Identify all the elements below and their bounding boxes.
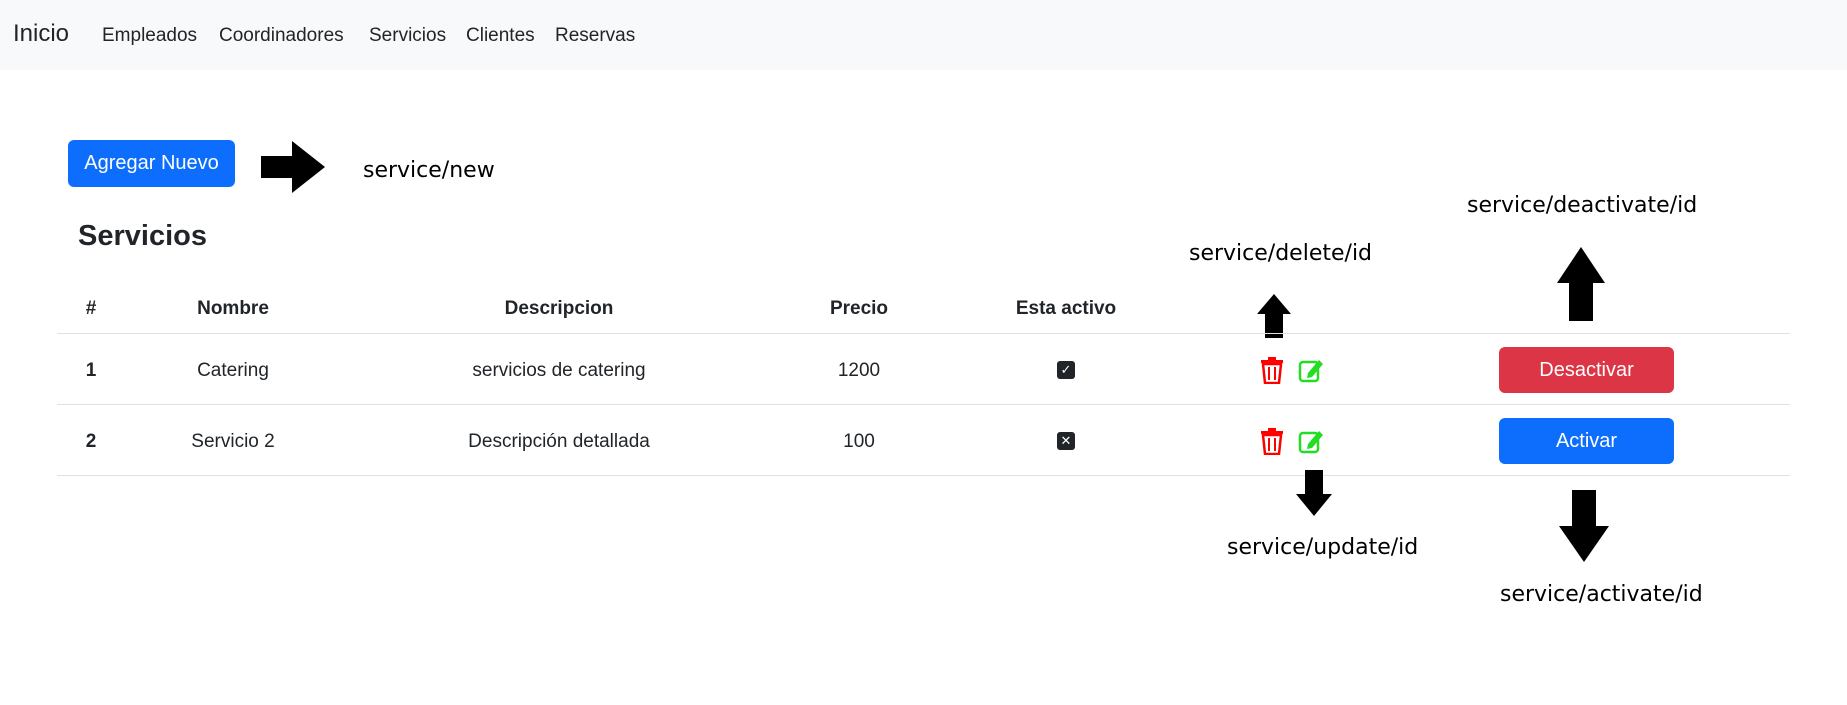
navbar-brand[interactable]: Inicio bbox=[13, 20, 69, 48]
nav-link-empleados[interactable]: Empleados bbox=[102, 25, 197, 47]
column-header-precio: Precio bbox=[829, 298, 889, 319]
row-id: 2 bbox=[85, 431, 97, 452]
checkbox-x-icon: ✕ bbox=[1057, 432, 1075, 450]
column-header-number: # bbox=[85, 298, 97, 319]
table-header-divider bbox=[57, 333, 1790, 334]
edit-icon[interactable] bbox=[1298, 427, 1324, 455]
annotation-service-activate: service/activate/id bbox=[1500, 582, 1703, 607]
row-description: servicios de catering bbox=[472, 360, 646, 381]
row-name: Servicio 2 bbox=[191, 431, 275, 452]
arrow-up-icon bbox=[1557, 247, 1605, 321]
nav-link-coordinadores[interactable]: Coordinadores bbox=[219, 25, 344, 47]
row-price: 100 bbox=[843, 431, 875, 452]
arrow-down-icon bbox=[1296, 470, 1332, 516]
table-bottom-divider bbox=[57, 475, 1790, 476]
nav-link-reservas[interactable]: Reservas bbox=[555, 25, 635, 47]
nav-link-servicios[interactable]: Servicios bbox=[369, 25, 446, 47]
checkbox-checked-icon: ✓ bbox=[1057, 361, 1075, 379]
add-new-button[interactable]: Agregar Nuevo bbox=[68, 140, 235, 187]
arrow-right-icon bbox=[261, 141, 325, 193]
navbar: Inicio Empleados Coordinadores Servicios… bbox=[0, 0, 1847, 70]
arrow-down-icon bbox=[1559, 490, 1609, 562]
arrow-up-icon bbox=[1257, 294, 1291, 338]
page-title: Servicios bbox=[78, 220, 207, 252]
annotation-service-deactivate: service/deactivate/id bbox=[1467, 193, 1698, 218]
edit-icon[interactable] bbox=[1298, 356, 1324, 384]
activate-button[interactable]: Activar bbox=[1499, 418, 1674, 464]
column-header-nombre: Nombre bbox=[197, 298, 269, 319]
annotation-service-update: service/update/id bbox=[1227, 535, 1419, 560]
row-id: 1 bbox=[85, 360, 97, 381]
deactivate-button[interactable]: Desactivar bbox=[1499, 347, 1674, 393]
column-header-esta-activo: Esta activo bbox=[1015, 298, 1117, 319]
column-header-descripcion: Descripcion bbox=[504, 298, 614, 319]
row-price: 1200 bbox=[837, 360, 881, 381]
row-divider bbox=[57, 404, 1790, 405]
nav-link-clientes[interactable]: Clientes bbox=[466, 25, 535, 47]
annotation-service-new: service/new bbox=[363, 158, 495, 183]
row-description: Descripción detallada bbox=[468, 431, 650, 452]
trash-icon[interactable] bbox=[1259, 427, 1285, 455]
trash-icon[interactable] bbox=[1259, 356, 1285, 384]
row-name: Catering bbox=[197, 360, 269, 381]
annotation-service-delete: service/delete/id bbox=[1189, 241, 1373, 266]
